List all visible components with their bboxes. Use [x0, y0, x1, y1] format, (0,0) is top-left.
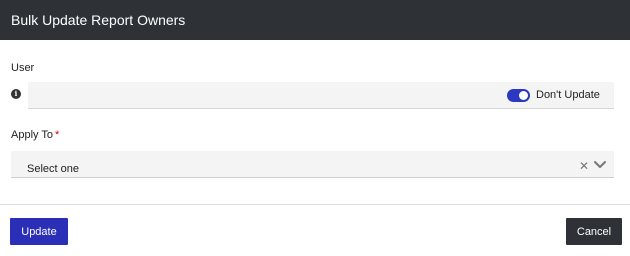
apply-to-selected-value: Select one [27, 163, 79, 175]
toggle-knob [519, 91, 528, 100]
apply-to-field-label: Apply To * [11, 129, 59, 141]
update-button[interactable]: Update [10, 218, 68, 245]
dont-update-label: Don't Update [536, 89, 600, 101]
apply-to-select[interactable] [11, 151, 614, 178]
user-field-label: User [11, 62, 34, 74]
apply-to-label-text: Apply To [11, 129, 53, 141]
chevron-down-icon[interactable] [593, 160, 607, 170]
user-label-text: User [11, 62, 35, 74]
cancel-button[interactable]: Cancel [566, 218, 622, 245]
dialog-title-bar: Bulk Update Report Owners [0, 0, 630, 40]
close-icon[interactable]: ✕ [579, 159, 589, 173]
info-icon[interactable]: i [11, 89, 21, 99]
dont-update-toggle[interactable] [507, 89, 530, 102]
dialog-title: Bulk Update Report Owners [11, 12, 186, 28]
required-marker: * [55, 129, 60, 141]
footer-divider [0, 204, 630, 205]
